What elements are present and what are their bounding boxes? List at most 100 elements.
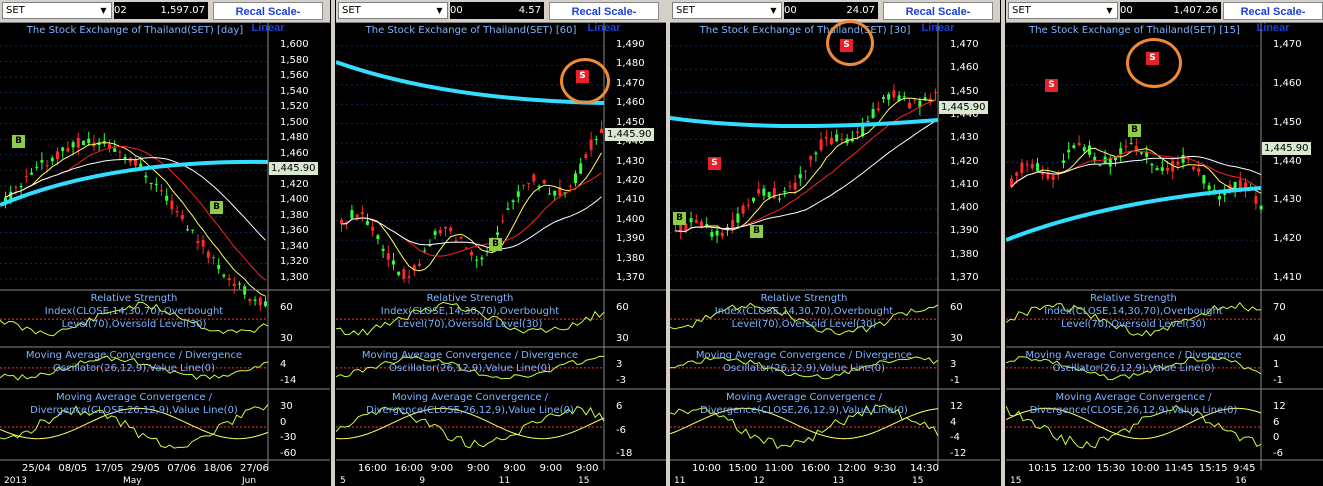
candle-body xyxy=(1202,175,1206,184)
y-tick-label: 1,460 xyxy=(280,147,309,159)
y-tick-label: 1,420 xyxy=(1273,233,1302,245)
rsi-tick-label: 30 xyxy=(950,333,963,344)
x-tick-label: 10:15 xyxy=(1028,463,1057,474)
candle-body xyxy=(1155,168,1159,171)
panel-divider[interactable] xyxy=(1001,0,1005,486)
candle-body xyxy=(1192,166,1195,170)
rsi-tick-label: 30 xyxy=(280,333,293,344)
x-date-label: 15 xyxy=(1010,476,1022,486)
candle-body xyxy=(516,191,520,197)
macd-tick-label: 0 xyxy=(280,416,287,428)
sell-signal-icon: S xyxy=(1045,79,1058,92)
candle-body xyxy=(149,183,153,185)
candle-body xyxy=(511,200,515,203)
y-tick-label: 1,490 xyxy=(616,39,645,50)
osc-tick-label: 3 xyxy=(950,359,957,370)
y-tick-label: 1,450 xyxy=(616,116,645,128)
x-date-label: 15 xyxy=(578,476,590,486)
candle-body xyxy=(793,182,797,190)
macd-tick-label: 4 xyxy=(950,416,957,428)
panel-divider[interactable] xyxy=(331,0,335,486)
macd-tick-label: 30 xyxy=(280,401,293,412)
candle-body xyxy=(913,99,917,101)
candle-body xyxy=(160,190,163,192)
x-tick-label: 10:00 xyxy=(1130,463,1160,474)
candle-body xyxy=(170,200,174,210)
chart-panel-1: SET ▼ 02 1,597.07 Recal Scale-Linear The Stoc… xyxy=(0,0,330,486)
candle-body xyxy=(783,190,787,193)
candle-body xyxy=(1207,185,1211,190)
candle-body xyxy=(350,210,354,219)
rsi-tick-label: 60 xyxy=(950,302,963,313)
y-tick-label: 1,470 xyxy=(1273,39,1302,50)
candle-body xyxy=(1062,160,1065,163)
candle-body xyxy=(1067,149,1071,153)
candle-body xyxy=(809,156,813,160)
candle-body xyxy=(1030,164,1034,169)
candle-body xyxy=(882,97,885,99)
candle-body xyxy=(1218,195,1221,200)
y-tick-label: 1,580 xyxy=(280,54,309,66)
osc-pane-label: Moving Average Convergence / Divergence … xyxy=(361,350,579,374)
buy-signal-icon: B xyxy=(1128,124,1141,137)
candle-body xyxy=(1150,163,1154,166)
candle-body xyxy=(227,277,231,280)
candle-body xyxy=(61,147,65,152)
candle-body xyxy=(24,176,28,178)
y-tick-label: 1,410 xyxy=(950,178,979,190)
candle-body xyxy=(433,231,437,236)
candle-body xyxy=(35,166,39,168)
candle-body xyxy=(238,283,241,285)
candle-body xyxy=(392,260,395,265)
candle-body xyxy=(196,241,200,243)
x-tick-label: 17/05 xyxy=(94,463,124,474)
sell-signal-icon: S xyxy=(708,157,721,170)
candle-body xyxy=(175,211,179,213)
candle-body xyxy=(819,139,823,151)
macd-tick-label: 12 xyxy=(950,401,963,412)
candle-body xyxy=(1098,165,1102,167)
candle-body xyxy=(522,184,525,186)
candle-body xyxy=(757,189,761,194)
y-tick-label: 1,480 xyxy=(616,58,645,70)
candle-body xyxy=(407,276,411,278)
y-tick-label: 1,410 xyxy=(1273,272,1302,283)
candle-body xyxy=(1181,154,1185,163)
candle-body xyxy=(548,193,551,195)
candle-body xyxy=(134,159,137,166)
candle-body xyxy=(1129,142,1133,144)
candle-body xyxy=(741,205,745,214)
x-tick-label: 15:30 xyxy=(1096,463,1126,474)
chart-panel-3: SET ▼ 00 24.07 Recal Scale-Linear The Stock E… xyxy=(670,0,1000,486)
highlight-ring xyxy=(1126,38,1182,88)
y-tick-label: 1,360 xyxy=(280,225,309,237)
candle-body xyxy=(840,139,844,141)
macd-tick-label: -18 xyxy=(616,448,633,459)
candle-body xyxy=(594,139,598,141)
panel-divider[interactable] xyxy=(666,0,670,486)
candle-body xyxy=(180,214,184,219)
y-tick-label: 1,470 xyxy=(950,39,979,50)
candle-body xyxy=(454,240,458,242)
x-tick-label: 9:45 xyxy=(1233,463,1256,474)
y-tick-label: 1,450 xyxy=(950,85,979,97)
y-tick-label: 1,430 xyxy=(950,132,979,144)
candle-body xyxy=(579,163,583,174)
x-date-label: 9 xyxy=(419,476,426,486)
candle-body xyxy=(191,229,195,231)
osc-tick-label: 3 xyxy=(616,359,623,370)
candle-body xyxy=(1041,172,1045,175)
candle-body xyxy=(66,147,70,152)
buy-signal-icon: B xyxy=(489,238,502,251)
candle-body xyxy=(14,187,18,189)
candle-body xyxy=(371,226,375,231)
y-tick-label: 1,400 xyxy=(616,213,645,225)
candle-body xyxy=(798,174,802,179)
candle-body xyxy=(767,192,771,198)
y-tick-label: 1,380 xyxy=(950,248,979,260)
y-tick-label: 1,420 xyxy=(280,178,309,190)
candle-body xyxy=(887,94,891,100)
x-tick-label: 12:00 xyxy=(1062,463,1091,474)
candle-body xyxy=(386,253,390,260)
macd-pane-label: Moving Average Convergence / Divergence(… xyxy=(30,392,238,416)
